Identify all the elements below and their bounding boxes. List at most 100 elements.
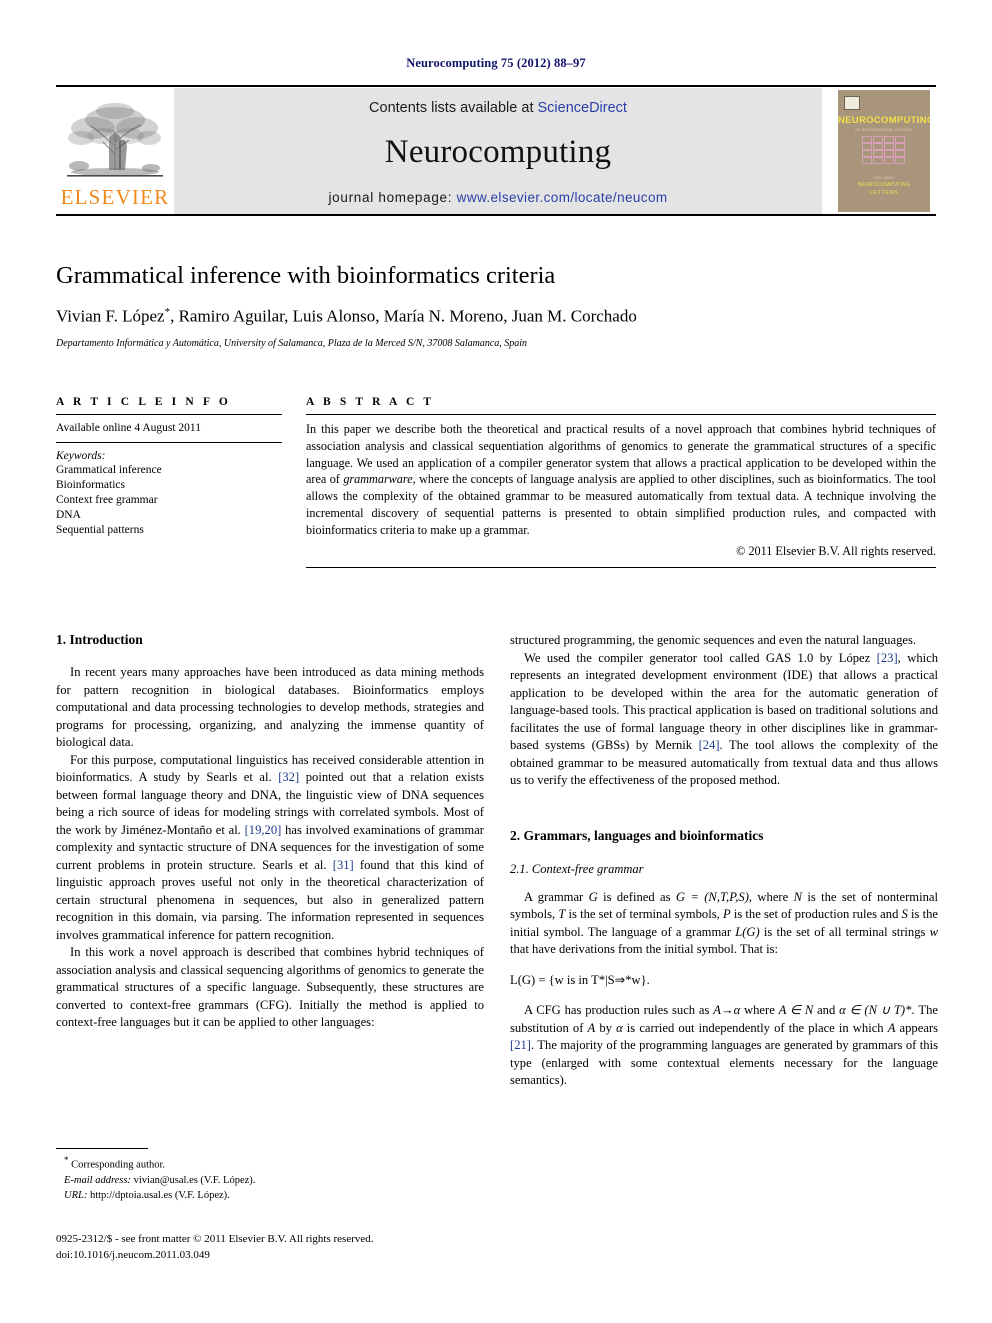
cover-art: NEUROCOMPUTING AN INTERNATIONAL JOURNAL … (838, 90, 930, 212)
journal-title: Neurocomputing (384, 133, 612, 170)
journal-masthead: ELSEVIER Contents lists available at Sci… (56, 85, 936, 216)
body-columns: 1. Introduction In recent years many app… (56, 632, 938, 1090)
issn-copyright-line: 0925-2312/$ - see front matter © 2011 El… (56, 1233, 374, 1245)
cover-elsevier-icon (844, 96, 860, 110)
text-run: . The majority of the programming langua… (510, 1038, 938, 1087)
author-list-rest: , Ramiro Aguilar, Luis Alonso, María N. … (170, 306, 637, 326)
symbol-P: P (722, 907, 731, 921)
text-run: , where (748, 889, 794, 904)
article-info-rule-mid (56, 441, 282, 443)
keyword-item: Context free grammar (56, 493, 158, 506)
journal-cover-thumbnail: NEUROCOMPUTING AN INTERNATIONAL JOURNAL … (832, 88, 936, 214)
url-label: URL: (64, 1189, 88, 1201)
subsection-heading-context-free-grammar: 2.1. Context-free grammar (510, 861, 644, 876)
cover-title-text: NEUROCOMPUTING (838, 115, 930, 126)
info-and-abstract: A R T I C L E I N F O Available online 4… (56, 396, 936, 568)
affiliation: Departamento Informática y Automática, U… (56, 338, 528, 350)
body-column-left: 1. Introduction In recent years many app… (56, 632, 484, 1090)
article-history: Available online 4 August 2011 (56, 422, 202, 434)
cover-including-label: INCLUDING (874, 176, 894, 180)
homepage-label: journal homepage: (328, 189, 457, 205)
text-run: where (740, 1003, 779, 1017)
url-value[interactable]: http://dptoia.usal.es (V.F. López). (87, 1190, 230, 1201)
text-run: , which represents an integrated develop… (510, 650, 938, 753)
text-run: by (595, 1020, 617, 1035)
abstract-rule-bottom (306, 566, 936, 568)
copyright-line: © 2011 Elsevier B.V. All rights reserved… (736, 543, 936, 558)
homepage-url-link[interactable]: www.elsevier.com/locate/neucom (457, 190, 668, 205)
running-head: Neurocomputing 75 (2012) 88–97 (406, 56, 586, 70)
keywords-label: Keywords: (56, 449, 106, 462)
symbol-N: N (793, 889, 802, 904)
corresponding-author-note: * Corresponding author. (56, 1154, 476, 1173)
abstract-rule-top (306, 414, 936, 415)
email-label: E-mail address: (64, 1174, 131, 1186)
paragraph: For this purpose, computational linguist… (56, 752, 484, 945)
elsevier-tree-icon (67, 103, 163, 177)
title-block: Grammatical inference with bioinformatic… (56, 262, 936, 350)
citation-ref[interactable]: [24] (699, 738, 720, 752)
keyword-item: Bioinformatics (56, 478, 125, 491)
text-run: A CFG has production rules such as (524, 1003, 714, 1017)
footnote-rule (56, 1148, 148, 1149)
author-corresponding: Vivian F. López (56, 306, 165, 326)
page-title: Grammatical inference with bioinformatic… (56, 262, 556, 289)
email-value[interactable]: vivian@usal.es (V.F. López). (131, 1175, 256, 1186)
keyword-item: Sequential patterns (56, 524, 144, 537)
citation-ref[interactable]: [19,20] (245, 823, 282, 837)
paragraph: A CFG has production rules such as A→α w… (510, 1002, 938, 1090)
cover-subtitle-text: AN INTERNATIONAL JOURNAL (854, 127, 913, 132)
text-run: A grammar (524, 889, 589, 904)
abstract-heading: A B S T R A C T (306, 396, 435, 408)
elsevier-logo: ELSEVIER (56, 88, 174, 214)
section-heading-grammars: 2. Grammars, languages and bioinformatic… (510, 827, 764, 843)
cover-footer-line1: NEUROCOMPUTING (857, 182, 911, 188)
paragraph: In this work a novel approach is describ… (56, 945, 484, 1029)
text-run: that have derivations from the initial s… (510, 942, 779, 956)
production-rule: A→α (713, 1003, 741, 1017)
author-list: Vivian F. López*, Ramiro Aguilar, Luis A… (56, 306, 936, 327)
text-run: is the set of all terminal strings (759, 924, 930, 939)
abstract-column: A B S T R A C T In this paper we describ… (306, 396, 936, 568)
citation-ref[interactable]: [21] (510, 1038, 531, 1052)
citation-ref[interactable]: [31] (333, 858, 354, 872)
text-run: is defined as (597, 889, 676, 904)
body-column-right: structured programming, the genomic sequ… (510, 632, 938, 1090)
corresponding-author-text: Corresponding author. (71, 1159, 166, 1171)
symbol-G: G (588, 889, 598, 904)
article-info-heading: A R T I C L E I N F O (56, 396, 231, 408)
paragraph: A grammar G is defined as G = (N,T,P,S),… (510, 889, 938, 959)
masthead-bottom-rule (56, 214, 936, 216)
asterisk-icon: * (64, 1155, 69, 1165)
text-run: We used the compiler generator tool call… (524, 650, 877, 665)
symbol-w: w (929, 924, 938, 939)
paragraph: structured programming, the genomic sequ… (510, 633, 917, 647)
article-page: Neurocomputing 75 (2012) 88–97 ELSEVIER … (0, 0, 992, 1323)
paragraph: We used the compiler generator tool call… (510, 650, 938, 790)
text-run: appears (895, 1020, 939, 1035)
symbol-alpha-set: α ∈ (N ∪ T)* (839, 1003, 912, 1017)
equation-language-definition: L(G) = {w is in T*|S⇒*w}. (510, 972, 650, 987)
text-run: is carried out independently of the plac… (622, 1020, 888, 1035)
cover-footer-line2: LETTERS (869, 190, 899, 196)
article-info-column: A R T I C L E I N F O Available online 4… (56, 396, 282, 568)
contents-available-line: Contents lists available at ScienceDirec… (369, 100, 627, 116)
email-note: E-mail address: vivian@usal.es (V.F. Lóp… (56, 1173, 476, 1188)
symbol-alpha: α (616, 1020, 623, 1035)
elsevier-wordmark: ELSEVIER (60, 185, 170, 209)
symbol-A-in-N: A ∈ N (778, 1003, 814, 1017)
text-run: is the set of production rules and (730, 907, 902, 921)
doi-line[interactable]: doi:10.1016/j.neucom.2011.03.049 (56, 1248, 486, 1264)
masthead-top-rule (56, 85, 936, 87)
citation-ref[interactable]: [32] (278, 770, 299, 784)
sciencedirect-link[interactable]: ScienceDirect (538, 100, 627, 116)
url-note: URL: http://dptoia.usal.es (V.F. López). (56, 1188, 476, 1203)
grammar-definition: G = (N,T,P,S) (675, 889, 749, 904)
citation-ref[interactable]: [23] (877, 651, 898, 665)
cover-grid-graphic (862, 136, 908, 164)
imprint-block: 0925-2312/$ - see front matter © 2011 El… (56, 1232, 486, 1263)
abstract-emphasis-grammarware: grammarware (343, 472, 413, 487)
text-run: and (813, 1003, 840, 1017)
keyword-item: DNA (56, 509, 81, 522)
paragraph: In recent years many approaches have bee… (56, 665, 484, 749)
